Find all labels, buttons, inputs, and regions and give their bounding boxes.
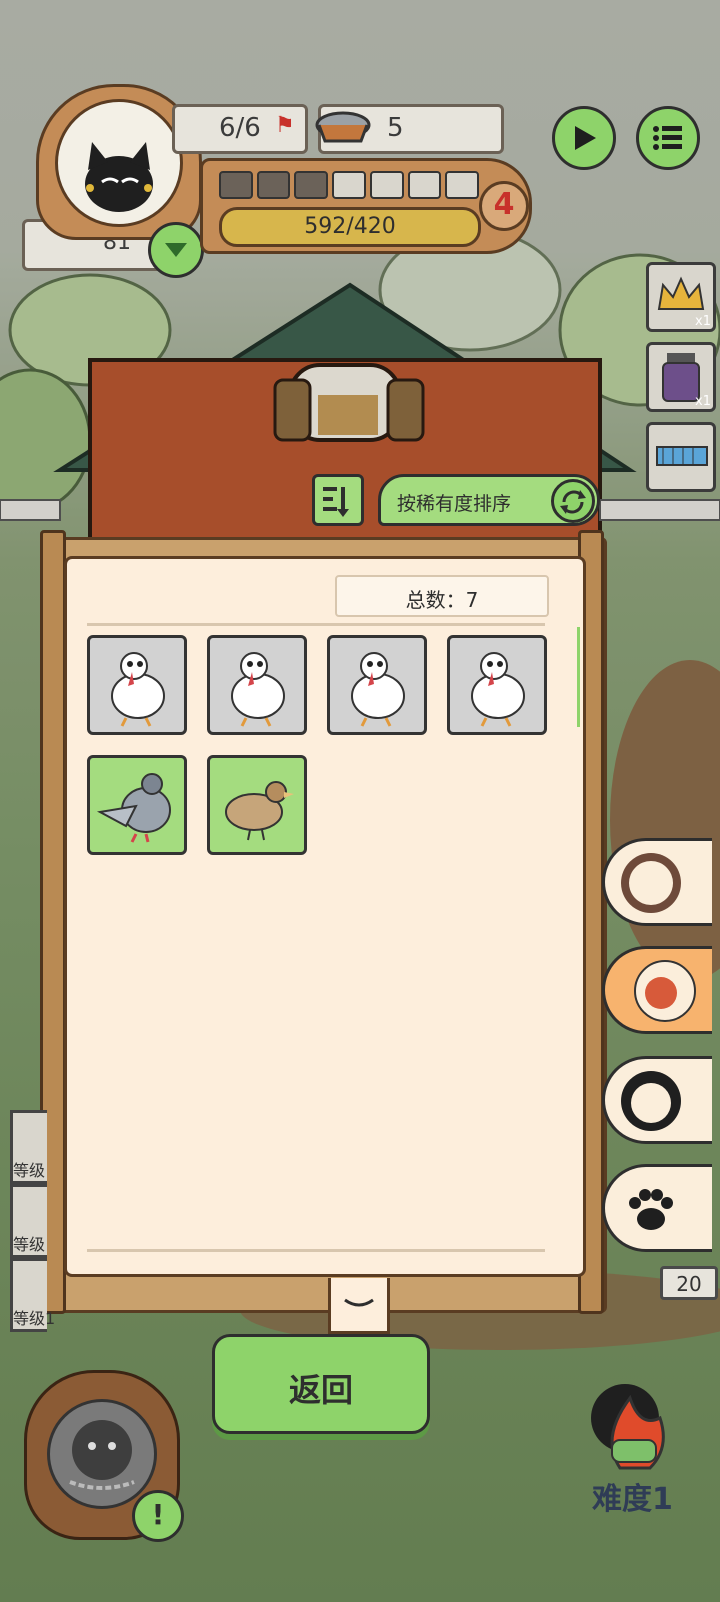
white-chicken-icon — [210, 638, 304, 736]
dog-portrait — [47, 1399, 157, 1509]
tab-birds[interactable] — [602, 946, 712, 1034]
divider-top — [87, 623, 545, 626]
black-cat-icon — [85, 142, 153, 212]
flags-count: 6/6 — [219, 113, 261, 143]
tab-pets[interactable] — [602, 1056, 712, 1144]
refresh-sort-button[interactable] — [551, 479, 595, 523]
animal-tile-pigeon[interactable] — [87, 755, 187, 855]
flag-icon: ⚑ — [275, 113, 295, 138]
back-button-label: 返回 — [288, 1371, 353, 1409]
crown-item-slot[interactable]: x1 — [646, 262, 716, 332]
level-label-3: 等级1 — [13, 1309, 56, 1328]
difficulty-button[interactable]: 难度1 — [570, 1378, 710, 1517]
progress-segment — [219, 171, 253, 199]
progress-segment — [294, 171, 329, 199]
sort-toggle-button[interactable] — [312, 474, 364, 526]
avatar — [55, 99, 183, 227]
paw-icon — [629, 1189, 673, 1230]
progress-segment — [407, 171, 442, 199]
white-chicken-icon — [450, 638, 544, 736]
left-level-slot-2[interactable]: 等级 — [10, 1184, 47, 1258]
right-counter-box: 20 — [660, 1266, 718, 1300]
progress-segment — [369, 171, 404, 199]
animal-tile-white-chicken[interactable] — [447, 635, 547, 735]
sort-by-rarity-bar[interactable]: 按稀有度排序 — [378, 474, 600, 526]
right-counter: 20 — [676, 1272, 702, 1296]
bowl-count: 5 — [387, 113, 404, 143]
animal-tile-white-chicken[interactable] — [327, 635, 427, 735]
elephant-icon — [621, 853, 681, 913]
chained-dog-icon — [69, 1420, 135, 1490]
cat-face-icon — [621, 1071, 681, 1131]
play-icon — [575, 126, 596, 150]
animal-tile-white-chicken[interactable] — [87, 635, 187, 735]
heart-badge-button[interactable] — [148, 222, 204, 278]
tab-paws[interactable] — [602, 1164, 712, 1252]
left-level-slot-3[interactable]: 等级1 — [10, 1258, 55, 1332]
divider-bottom — [87, 1249, 545, 1252]
collapse-handle[interactable] — [328, 1278, 390, 1334]
level-label-2: 等级 — [13, 1235, 46, 1254]
level-number: 4 — [493, 187, 515, 222]
collection-panel: 总数：7 — [64, 556, 586, 1277]
fire-cat-icon — [591, 1384, 665, 1470]
flags-panel: 6/6 ⚑ — [172, 104, 308, 154]
sort-label: 按稀有度排序 — [397, 493, 512, 515]
progress-segments — [219, 171, 480, 199]
chick-icon — [634, 960, 696, 1022]
level-label-1: 等级 — [13, 1161, 46, 1180]
progress-segment — [256, 171, 291, 199]
smile-icon — [344, 1298, 374, 1307]
animal-tile-white-chicken[interactable] — [207, 635, 307, 735]
white-chicken-icon — [330, 638, 424, 736]
sort-icon — [323, 487, 349, 517]
total-count-box: 总数：7 — [335, 575, 549, 617]
pigeon-icon — [90, 758, 184, 856]
back-button[interactable]: 返回 — [212, 1334, 430, 1434]
xylophone-icon — [656, 446, 708, 466]
level-badge: 4 — [479, 181, 529, 231]
quail-icon — [210, 758, 304, 856]
left-level-slot-1[interactable]: 等级 — [10, 1110, 47, 1184]
white-chicken-icon — [90, 638, 184, 736]
level-panel: 592/420 4 — [200, 158, 532, 254]
difficulty-label: 难度1 — [592, 1482, 673, 1517]
jar-count: x1 — [695, 394, 711, 409]
crown-count: x1 — [695, 314, 711, 329]
jar-item-slot[interactable]: x1 — [646, 342, 716, 412]
scrollbar-thumb[interactable] — [577, 627, 580, 727]
alert-badge[interactable]: ! — [132, 1490, 184, 1542]
xylophone-item-slot[interactable] — [646, 422, 716, 492]
food-bowl-icon — [315, 111, 371, 143]
progress-segment — [445, 171, 480, 199]
animal-tile-quail[interactable] — [207, 755, 307, 855]
heart-down-icon — [165, 243, 187, 257]
tab-mammals[interactable] — [602, 838, 712, 926]
hud: 81 6/6 ⚑ 5 592/420 4 — [22, 84, 532, 278]
progress-segment — [332, 171, 366, 199]
exclamation-icon: ! — [151, 1498, 165, 1531]
xp-text: 592/420 — [304, 214, 396, 239]
animal-grid — [87, 635, 567, 875]
list-icon — [653, 126, 682, 150]
xp-bar: 592/420 — [219, 207, 481, 247]
bowl-panel: 5 — [315, 104, 504, 154]
menu-button[interactable] — [636, 106, 700, 170]
refresh-icon — [560, 490, 586, 514]
play-button[interactable] — [552, 106, 616, 170]
total-count: 总数：7 — [405, 588, 479, 612]
